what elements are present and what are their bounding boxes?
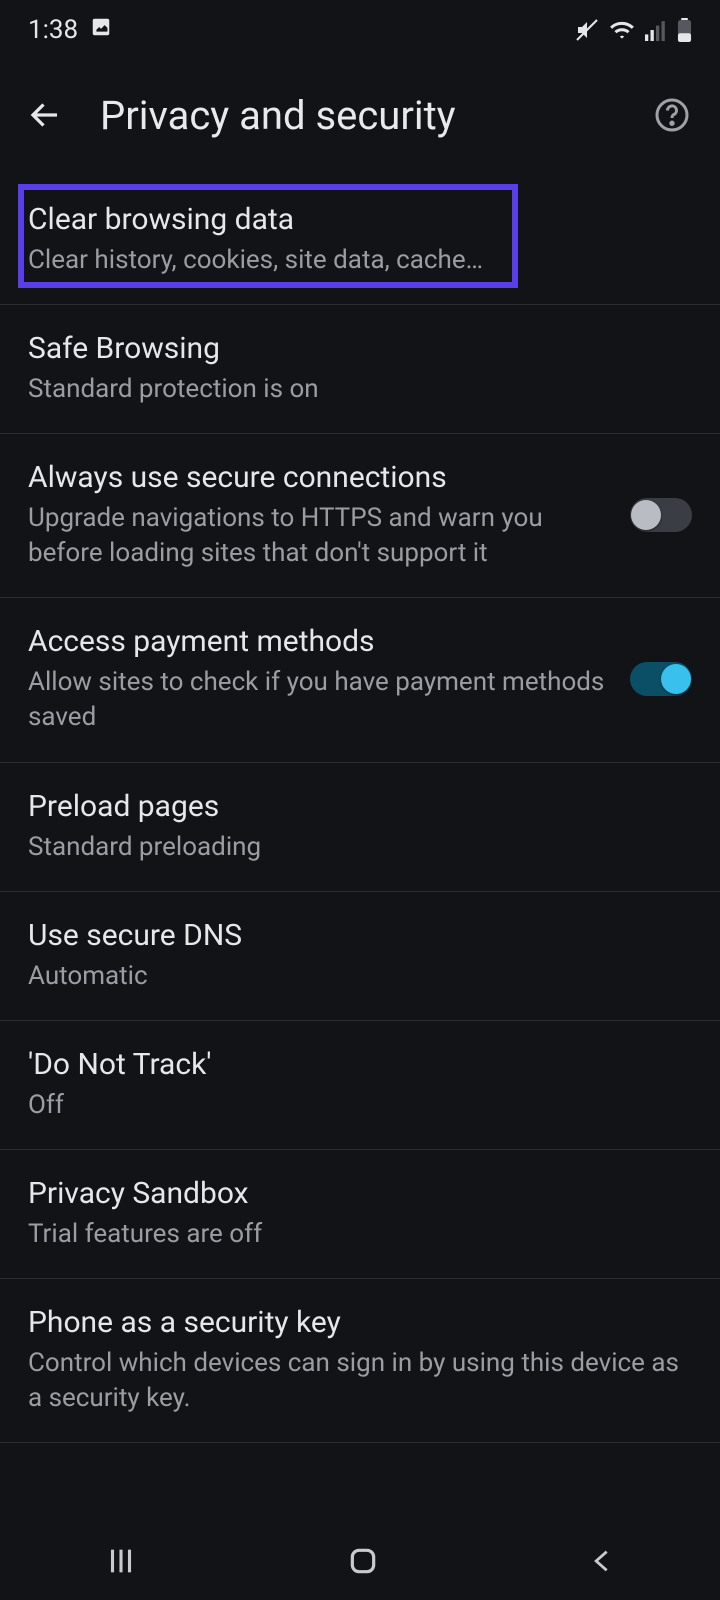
status-time: 1:38 [28, 15, 78, 45]
system-navbar [0, 1522, 720, 1600]
setting-sub: Trial features are off [28, 1217, 692, 1252]
setting-phone-security-key[interactable]: Phone as a security key Control which de… [0, 1279, 720, 1443]
setting-sub: Off [28, 1088, 692, 1123]
setting-title: 'Do Not Track' [28, 1045, 692, 1084]
setting-sub: Upgrade navigations to HTTPS and warn yo… [28, 501, 606, 571]
toggle-knob [661, 664, 691, 694]
help-circle-icon [654, 97, 690, 133]
page-title: Privacy and security [80, 92, 642, 139]
app-header: Privacy and security [0, 60, 720, 170]
setting-title: Clear browsing data [28, 200, 692, 239]
help-button[interactable] [642, 85, 702, 145]
toggle-knob [631, 500, 661, 530]
setting-privacy-sandbox[interactable]: Privacy Sandbox Trial features are off [0, 1150, 720, 1279]
setting-sub: Standard preloading [28, 830, 692, 865]
setting-title: Safe Browsing [28, 329, 692, 368]
toggle-secure-connections[interactable] [630, 498, 692, 532]
setting-title: Use secure DNS [28, 916, 692, 955]
setting-preload-pages[interactable]: Preload pages Standard preloading [0, 763, 720, 892]
setting-sub: Automatic [28, 959, 692, 994]
setting-do-not-track[interactable]: 'Do Not Track' Off [0, 1021, 720, 1150]
setting-sub: Standard protection is on [28, 372, 692, 407]
nav-home-button[interactable] [347, 1545, 379, 1577]
nav-recents-button[interactable] [104, 1544, 138, 1578]
setting-title: Preload pages [28, 787, 692, 826]
setting-sub: Allow sites to check if you have payment… [28, 665, 606, 735]
signal-icon [645, 19, 667, 41]
status-left: 1:38 [28, 15, 112, 45]
setting-secure-dns[interactable]: Use secure DNS Automatic [0, 892, 720, 1021]
setting-access-payment-methods[interactable]: Access payment methods Allow sites to ch… [0, 598, 720, 762]
setting-clear-browsing-data[interactable]: Clear browsing data Clear history, cooki… [0, 170, 720, 305]
back-button[interactable] [10, 80, 80, 150]
recents-icon [104, 1544, 138, 1578]
wifi-icon [609, 19, 635, 41]
mute-icon [575, 18, 599, 42]
setting-title: Always use secure connections [28, 458, 606, 497]
arrow-left-icon [27, 97, 63, 133]
home-icon [347, 1545, 379, 1577]
setting-secure-connections[interactable]: Always use secure connections Upgrade na… [0, 434, 720, 598]
chevron-left-icon [588, 1544, 616, 1578]
setting-title: Phone as a security key [28, 1303, 692, 1342]
setting-title: Access payment methods [28, 622, 606, 661]
setting-safe-browsing[interactable]: Safe Browsing Standard protection is on [0, 305, 720, 434]
toggle-access-payment-methods[interactable] [630, 662, 692, 696]
settings-list: Clear browsing data Clear history, cooki… [0, 170, 720, 1443]
status-right [575, 18, 692, 42]
setting-sub: Control which devices can sign in by usi… [28, 1346, 692, 1416]
setting-sub: Clear history, cookies, site data, cache… [28, 243, 692, 278]
battery-icon [677, 18, 692, 42]
nav-back-button[interactable] [588, 1544, 616, 1578]
status-bar: 1:38 [0, 0, 720, 60]
picture-icon [90, 15, 112, 45]
setting-title: Privacy Sandbox [28, 1174, 692, 1213]
